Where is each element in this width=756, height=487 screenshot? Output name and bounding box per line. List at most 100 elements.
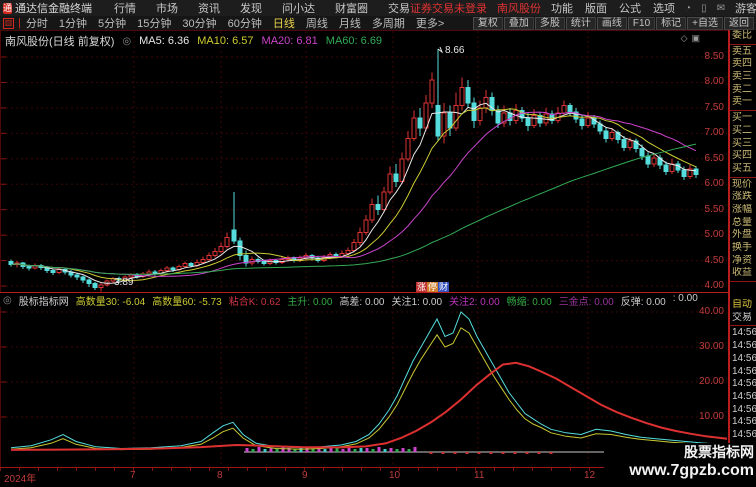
tick-trade-time: 14:56 (732, 378, 756, 390)
quote-strip[interactable]: 委比卖五 卖四 卖三 卖二 卖一买一 买二 买三 买四 买五现价 涨跌 涨幅 总量 外盘 换手 净资 收益自动… (728, 30, 756, 487)
zhangtingcai-badge: 涨停财 (416, 282, 450, 292)
indicator-tick: 40.00 (698, 306, 724, 317)
quote-row-买一[interactable]: 买一 (730, 112, 756, 125)
quote-row-卖五[interactable]: 卖五 (730, 46, 756, 59)
ma-value: MA5: 6.36 (139, 35, 190, 47)
toolbar-button-标记[interactable]: 标记 (656, 16, 687, 30)
period-tab-15分钟[interactable]: 15分钟 (137, 15, 171, 31)
watermark-url: www.7gpzb.com (629, 462, 754, 479)
indicator-field: 粘合K: 0.62 (228, 296, 281, 308)
month-label-10: 10 (389, 470, 401, 481)
period-tab-多周期[interactable]: 多周期 (372, 15, 405, 31)
trade-login-status[interactable]: 证券交易未登录 (410, 0, 487, 16)
tdx-terminal-window: 通 通达信金融终端 行情 市场 资讯 发现 问小达 财富圈 交易 证券交易未登录 南风股份 … (0, 0, 756, 487)
top-menu-bar: 通 通达信金融终端 行情 市场 资讯 发现 问小达 财富圈 交易 证券交易未登录 南风股份 … (0, 0, 756, 16)
quote-row-总量[interactable]: 总量 (730, 217, 756, 230)
quote-row-涨幅[interactable]: 涨幅 (730, 204, 756, 217)
quote-row-买五[interactable]: 买五 (730, 163, 756, 176)
toolbar-button-+自选[interactable]: +自选 (687, 16, 723, 30)
period-tab-周线[interactable]: 周线 (306, 15, 328, 31)
tick-trade-time: 14:56 (732, 327, 756, 339)
toolbar-button-统计[interactable]: 统计 (565, 16, 596, 30)
layout-divider: | (18, 17, 21, 29)
quote-action-自动[interactable]: 自动 (730, 299, 756, 312)
period-tab-1分钟[interactable]: 1分钟 (59, 15, 87, 31)
headset-icon[interactable]: ◔ (685, 3, 691, 14)
menu-item-发现[interactable]: 发现 (240, 0, 262, 16)
diamond-icon[interactable]: ◇ (681, 33, 688, 44)
menu-item-交易[interactable]: 交易 (388, 0, 410, 16)
menu-item-财富圈[interactable]: 财富圈 (335, 0, 368, 16)
period-tab-日线[interactable]: 日线 (273, 15, 295, 31)
toolbar-button-叠加[interactable]: 叠加 (503, 16, 534, 30)
menu-item-版面[interactable]: 版面 (585, 0, 607, 16)
period-tab-月线[interactable]: 月线 (339, 15, 361, 31)
watermark-name: 股票指标网 (684, 444, 754, 460)
indicator-field: : 0.00 (672, 292, 698, 304)
menu-item-行情[interactable]: 行情 (114, 0, 136, 16)
quote-row-买二[interactable]: 买二 (730, 125, 756, 138)
tick-trade-time: 14:56 (732, 390, 756, 402)
quote-row-换手[interactable]: 换手 (730, 242, 756, 255)
main-chart-panel[interactable]: 南风股份(日线 前复权) ◎ MA5: 6.36 MA10: 6.57 MA20: … (0, 30, 729, 293)
toolbar-button-F10[interactable]: F10 (627, 16, 656, 30)
price-tick: 4.50 (704, 254, 724, 266)
layout-icon[interactable]: ▥ (3, 17, 14, 29)
quote-row-委比[interactable]: 委比 (730, 30, 756, 43)
quote-row-买四[interactable]: 买四 (730, 150, 756, 163)
device-icon[interactable]: ▯ (701, 3, 707, 14)
menu-right: 证券交易未登录 南风股份 功能 版面 公式 选项 ◔ ▯ ✉ 游客 (410, 0, 756, 16)
tick-trade-time: 14:56 (732, 416, 756, 428)
tick-trade-time: 14:56 (732, 340, 756, 352)
toolbar-buttons: 复权 叠加 多股 统计 画线 F10 标记 +自选 返回 (472, 16, 756, 30)
price-tick: 8.50 (704, 51, 724, 62)
current-stock-name[interactable]: 南风股份 (497, 0, 541, 16)
ma-value: MA60: 6.69 (325, 35, 383, 47)
window-icon[interactable]: ▣ (691, 33, 700, 44)
month-label-8: 8 (217, 470, 223, 481)
price-tick: 7.00 (704, 127, 724, 139)
quote-action-交易[interactable]: 交易 (730, 312, 756, 325)
app-logo-icon[interactable]: 通 (3, 2, 13, 14)
quote-row-收益[interactable]: 收益 (730, 267, 756, 280)
quote-row-买三[interactable]: 买三 (730, 138, 756, 151)
quote-row-卖一[interactable]: 卖一 (730, 96, 756, 109)
price-tick: 5.00 (704, 229, 724, 241)
quote-row-涨跌[interactable]: 涨跌 (730, 191, 756, 204)
guest-label[interactable]: 游客 (735, 0, 756, 16)
quote-row-卖二[interactable]: 卖二 (730, 84, 756, 97)
toolbar-button-多股[interactable]: 多股 (534, 16, 565, 30)
toolbar-button-返回[interactable]: 返回 (724, 16, 754, 30)
ma-value: MA20: 6.81 (261, 35, 318, 47)
menu-item-资讯[interactable]: 资讯 (198, 0, 220, 16)
candlestick-chart[interactable] (1, 31, 729, 293)
menu-item-问小达[interactable]: 问小达 (282, 0, 315, 16)
price-tick: 4.00 (704, 280, 724, 292)
menu-item-功能[interactable]: 功能 (551, 0, 573, 16)
price-tick: 5.50 (704, 203, 724, 215)
indicator-field: 畅缩: 0.00 (506, 296, 552, 308)
quote-row-净资[interactable]: 净资 (730, 255, 756, 268)
indicator-tick: 10.00 (698, 411, 724, 422)
period-tab-更多>[interactable]: 更多> (416, 15, 444, 31)
quote-row-外盘[interactable]: 外盘 (730, 229, 756, 242)
period-tab-60分钟[interactable]: 60分钟 (228, 15, 262, 31)
quote-row-卖四[interactable]: 卖四 (730, 58, 756, 71)
indicator-field: 高数量60: -5.73 (152, 296, 222, 308)
month-label-11: 11 (474, 470, 485, 481)
period-tab-5分钟[interactable]: 5分钟 (98, 15, 126, 31)
toolbar-button-复权[interactable]: 复权 (472, 16, 503, 30)
indicator-settings-icon[interactable]: ◎ (3, 295, 12, 306)
indicator-source: 股标指标网 (18, 296, 69, 308)
menu-item-公式[interactable]: 公式 (619, 0, 641, 16)
quote-row-现价[interactable]: 现价 (730, 179, 756, 192)
ma-value: MA10: 6.57 (197, 35, 254, 47)
period-tab-30分钟[interactable]: 30分钟 (182, 15, 216, 31)
mail-icon[interactable]: ✉ (717, 3, 725, 14)
period-tab-分时[interactable]: 分时 (26, 15, 48, 31)
menu-item-市场[interactable]: 市场 (156, 0, 178, 16)
quote-row-卖三[interactable]: 卖三 (730, 71, 756, 84)
menu-item-选项[interactable]: 选项 (653, 0, 675, 16)
chart-settings-icon[interactable]: ◎ (122, 36, 131, 47)
toolbar-button-画线[interactable]: 画线 (596, 16, 627, 30)
